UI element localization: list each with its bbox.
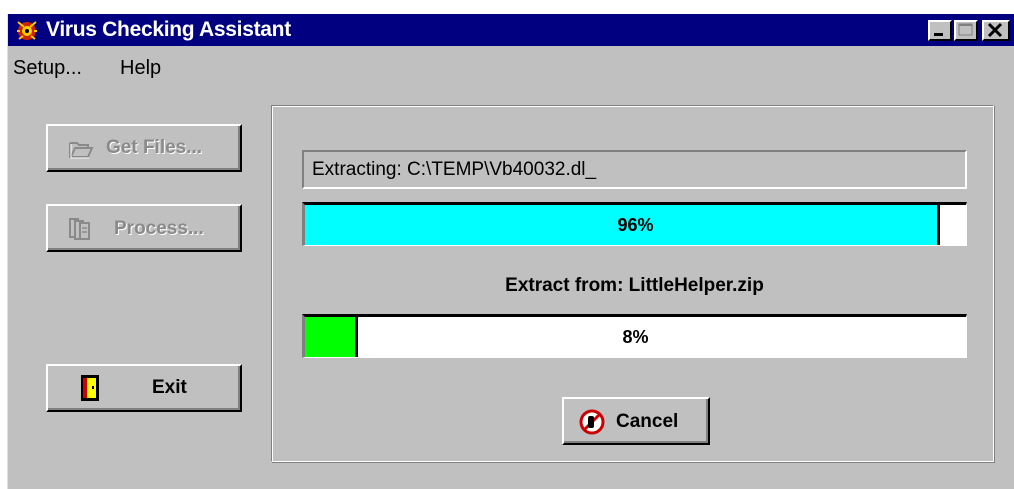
door-exit-icon xyxy=(81,375,99,401)
folder-open-icon xyxy=(69,142,94,159)
extract-from-label: Extract from: LittleHelper.zip xyxy=(505,275,764,296)
documents-icon xyxy=(69,218,90,240)
status-text: Extracting: C:\TEMP\Vb40032.dl_ xyxy=(312,159,597,180)
overall-progress-percent: 96% xyxy=(617,215,654,235)
get-files-label: Get Files... xyxy=(106,137,203,158)
exit-button[interactable]: Exit xyxy=(46,364,242,412)
file-progress-percent: 8% xyxy=(622,327,649,347)
process-button[interactable]: Process... xyxy=(46,204,242,252)
close-button[interactable] xyxy=(982,20,1010,41)
title-bar[interactable]: Virus Checking Assistant xyxy=(8,14,1014,46)
stop-icon xyxy=(579,409,605,435)
file-progress-bar: 8% xyxy=(302,314,967,358)
app-window: Virus Checking Assistant Setup... Help G… xyxy=(7,14,1014,489)
menu-bar: Setup... Help xyxy=(8,50,1014,84)
menu-help[interactable]: Help xyxy=(120,56,161,80)
overall-progress-bar: 96% xyxy=(302,202,967,246)
menu-setup[interactable]: Setup... xyxy=(13,56,82,80)
window-title: Virus Checking Assistant xyxy=(46,18,291,41)
minimize-icon xyxy=(934,33,943,36)
app-icon xyxy=(17,21,37,40)
minimize-button[interactable] xyxy=(928,20,952,41)
cancel-button[interactable]: Cancel xyxy=(562,397,710,445)
process-label: Process... xyxy=(114,218,204,239)
cancel-label: Cancel xyxy=(616,411,679,432)
maximize-icon xyxy=(958,23,973,36)
get-files-button[interactable]: Get Files... xyxy=(46,124,242,172)
close-icon xyxy=(987,22,1003,38)
maximize-button[interactable] xyxy=(954,20,978,41)
exit-label: Exit xyxy=(152,377,187,398)
status-field: Extracting: C:\TEMP\Vb40032.dl_ xyxy=(302,150,967,189)
